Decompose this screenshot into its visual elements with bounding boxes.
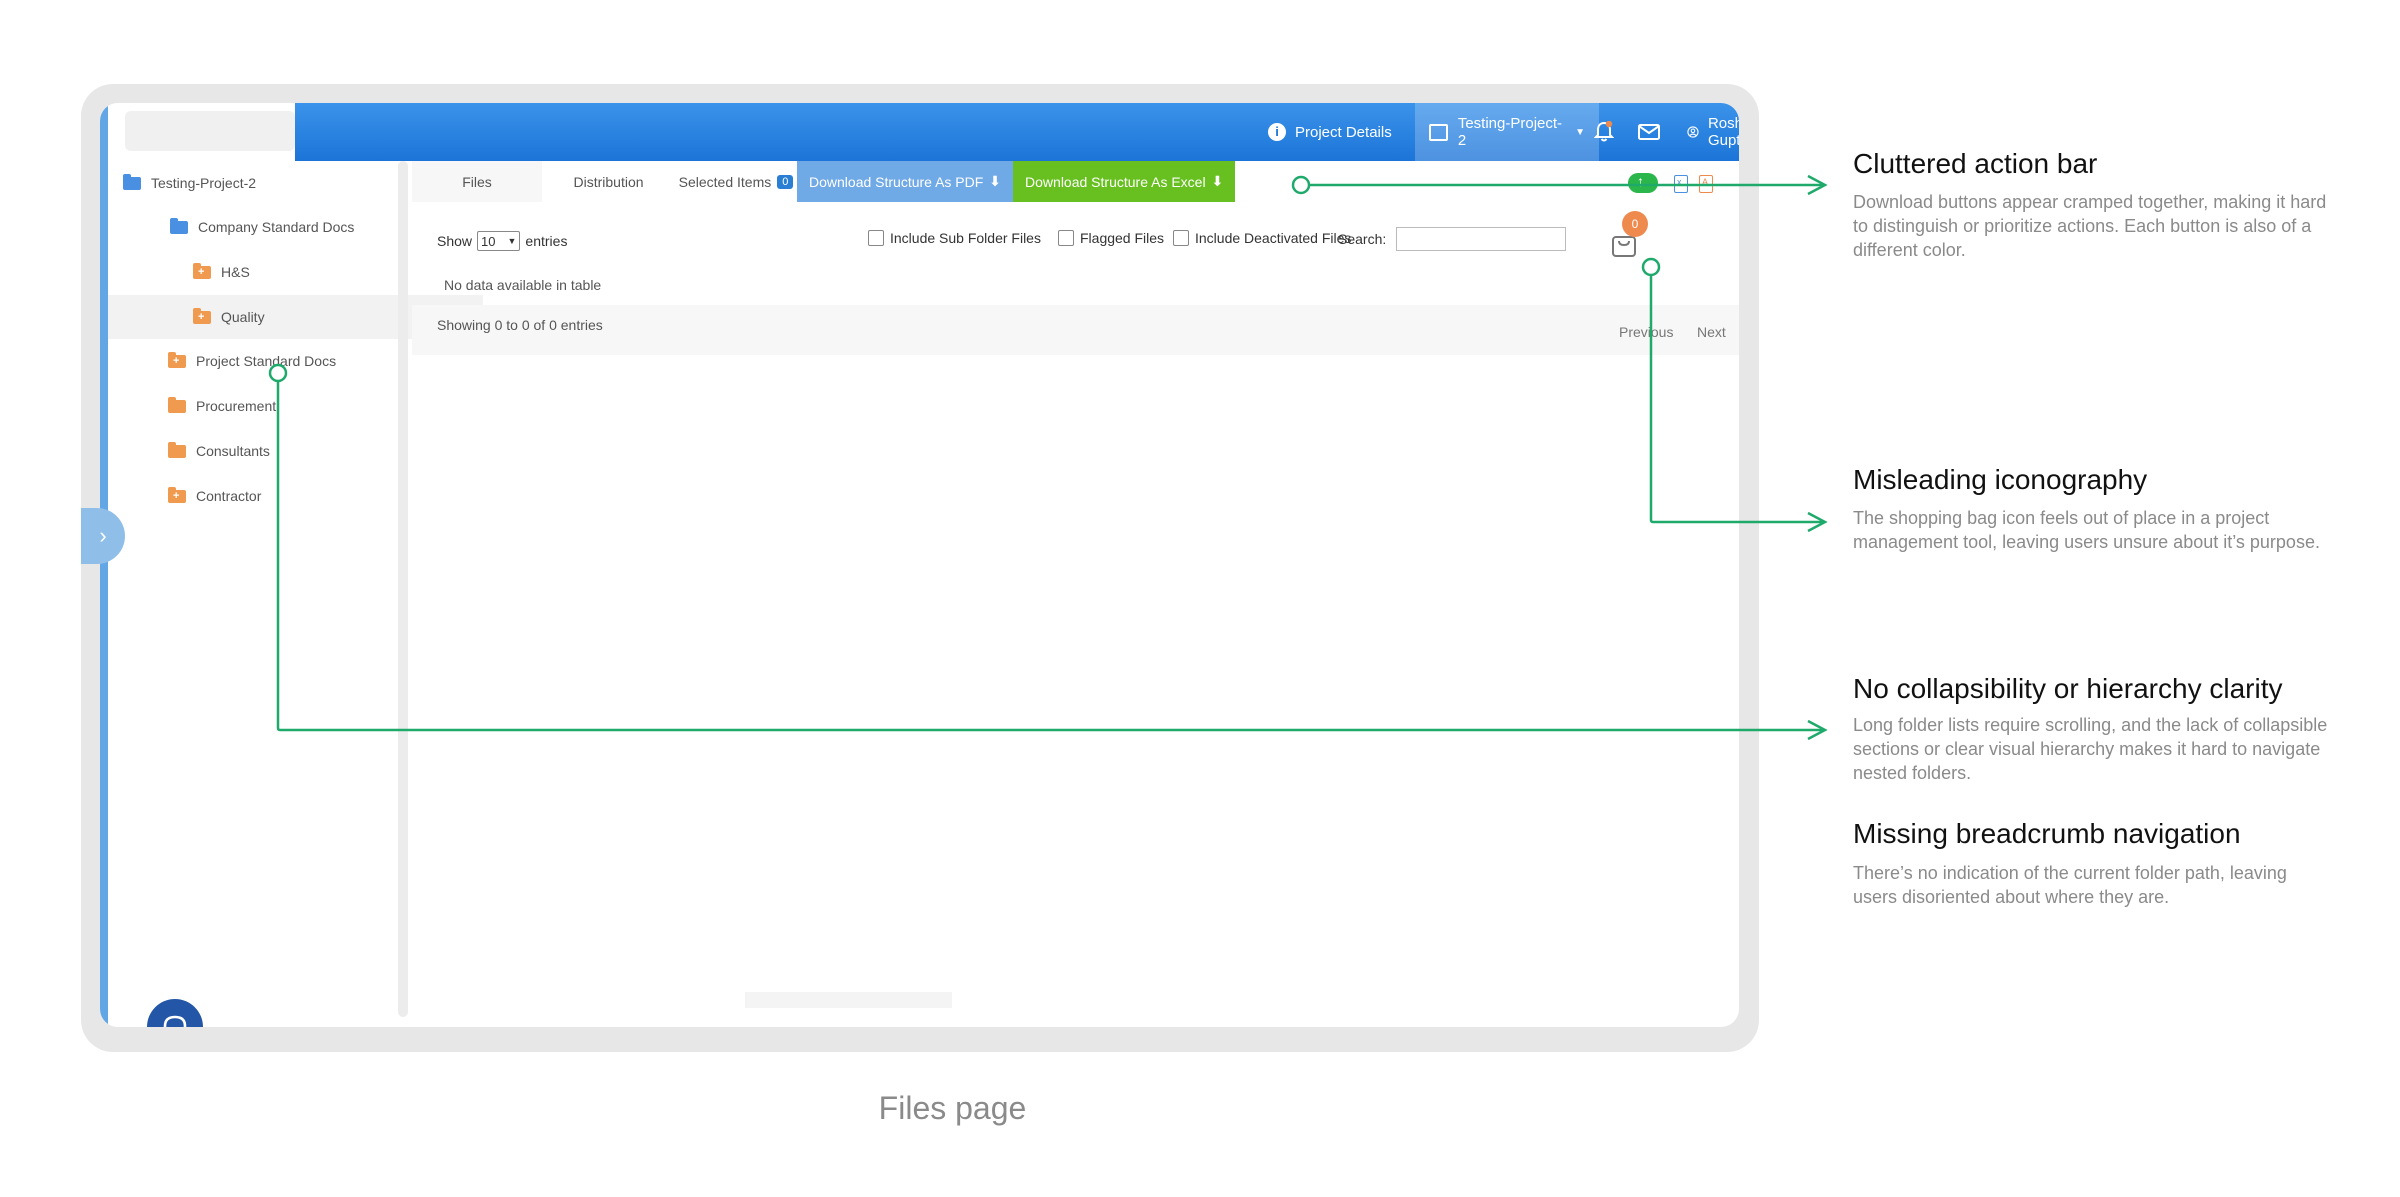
page-caption: Files page [878, 1090, 1027, 1126]
annotation-body-cluttered-action-bar: Download buttons appear cramped together… [1853, 192, 2327, 260]
annotation-title-cluttered-action-bar: Cluttered action bar [1853, 148, 2098, 179]
annotation-body-no-collapsibility: Long folder lists require scrolling, and… [1853, 715, 2328, 783]
annotation-title-no-collapsibility: No collapsibility or hierarchy clarity [1853, 673, 2283, 704]
annotation-title-missing-breadcrumb: Missing breadcrumb navigation [1853, 818, 2241, 849]
annotation-body-misleading-iconography: The shopping bag icon feels out of place… [1853, 508, 2320, 552]
annotation-title-misleading-iconography: Misleading iconography [1853, 464, 2148, 495]
annotation-body-missing-breadcrumb: There’s no indication of the current fol… [1853, 863, 2287, 907]
